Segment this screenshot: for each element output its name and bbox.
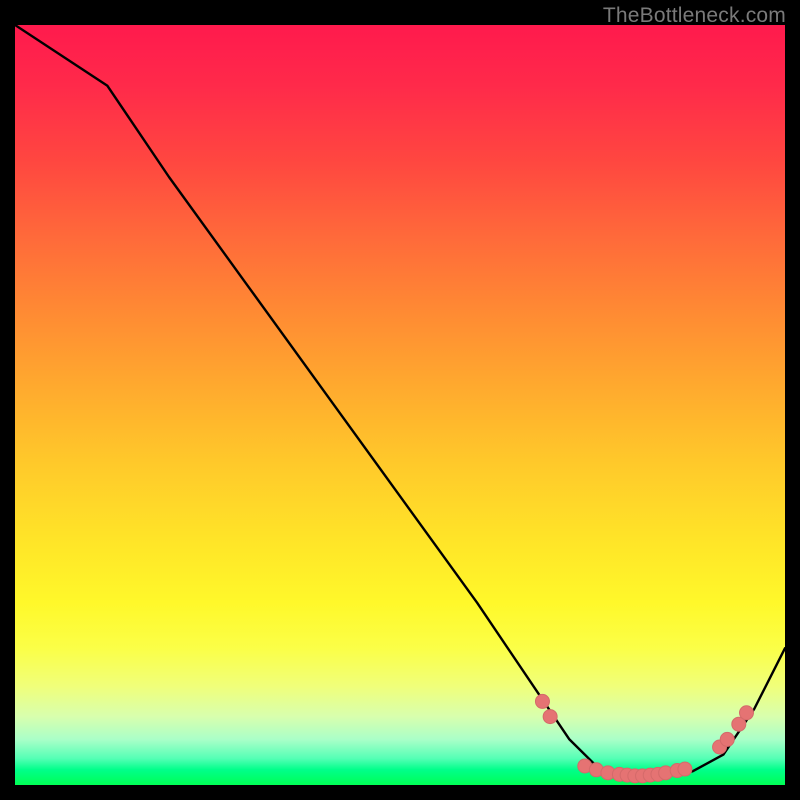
data-marker [678,762,692,776]
plot-area [15,25,785,785]
data-marker [720,732,734,746]
data-marker [543,710,557,724]
bottleneck-curve [15,25,785,776]
curve-layer [15,25,785,785]
chart-frame: TheBottleneck.com [0,0,800,800]
data-marker [740,706,754,720]
data-marker [535,694,549,708]
